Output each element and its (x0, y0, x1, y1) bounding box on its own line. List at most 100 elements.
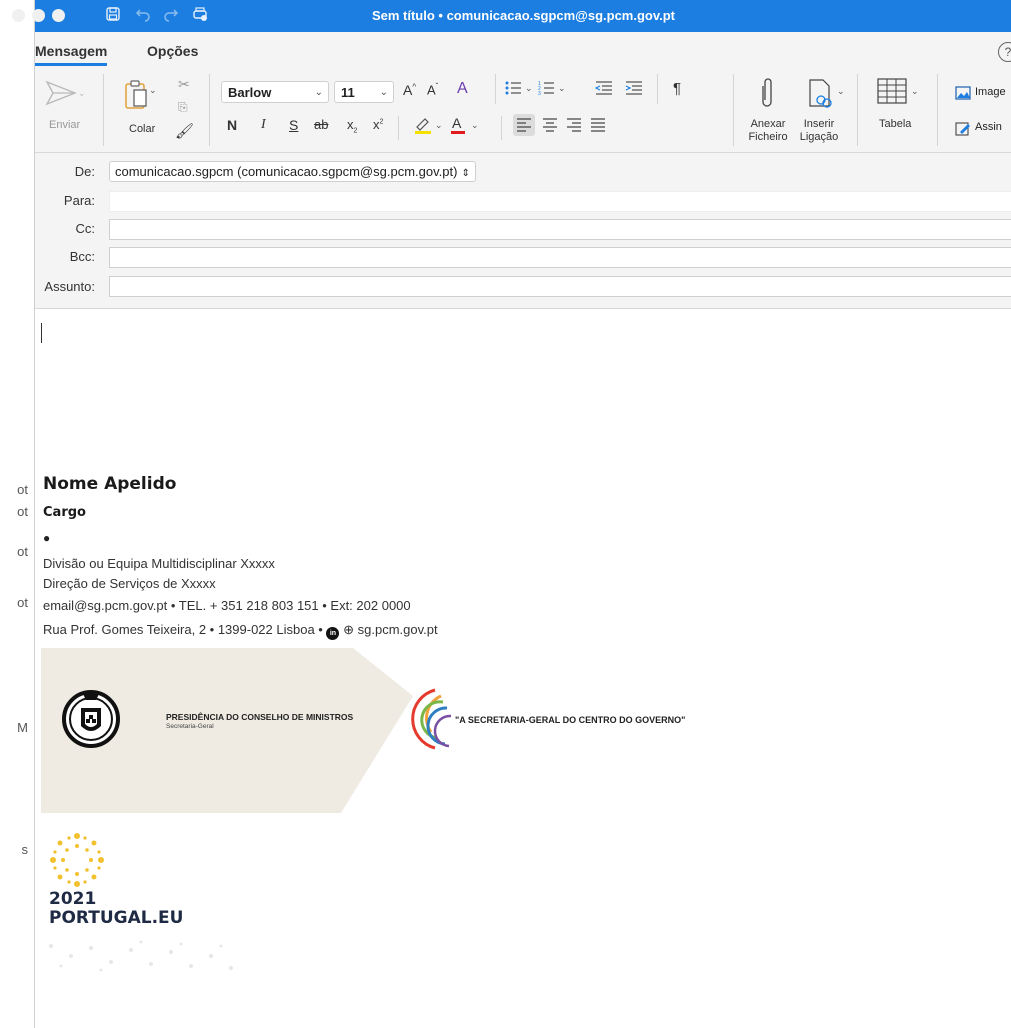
align-right-icon[interactable] (567, 118, 581, 137)
align-center-icon[interactable] (543, 118, 557, 137)
increase-indent-icon[interactable] (625, 80, 643, 99)
sg-arcs-logo (407, 688, 453, 755)
font-size-select[interactable]: 11 ⌄ (334, 81, 394, 103)
numbered-list-icon[interactable]: 1 2 3 ⌄ (538, 80, 568, 99)
svg-text:⌄: ⌄ (149, 85, 157, 95)
bold-icon[interactable]: N (227, 117, 237, 133)
table-icon[interactable]: ⌄ (877, 78, 921, 111)
cc-label: Cc: (75, 221, 96, 236)
align-left-button[interactable] (513, 114, 535, 136)
svg-text:⌄: ⌄ (525, 83, 533, 93)
send-icon[interactable]: ⌄ (45, 80, 86, 111)
image-button[interactable]: Image (975, 86, 1006, 98)
link-label: Inserir (803, 118, 835, 130)
globe-icon: ⊕ (343, 622, 355, 637)
format-painter-icon[interactable]: 🖌 (175, 122, 194, 140)
linkedin-icon[interactable]: in (326, 627, 340, 640)
bcc-label: Bcc: (69, 249, 95, 264)
copy-icon[interactable]: ⎘ (178, 100, 188, 115)
bg-text: s (21, 842, 29, 857)
ribbon-toolbar: ⌄ Enviar ⌄ Colar ✂ ⎘ 🖌 Barlow ⌄ 11 ⌄ A^ Aˇ… (35, 66, 1011, 153)
to-label: Para: (63, 193, 95, 208)
svg-text:⌄: ⌄ (837, 86, 845, 96)
svg-text:⌄: ⌄ (911, 86, 919, 96)
to-input[interactable] (109, 191, 1011, 212)
attach-file-button[interactable]: Anexar Ficheiro (743, 118, 793, 144)
from-label: De: (74, 164, 95, 179)
decrease-font-icon[interactable]: Aˇ (427, 82, 438, 97)
attach-label: Ficheiro (748, 131, 788, 143)
portugal-2021-text: 2021 PORTUGAL.EU (49, 890, 183, 928)
font-color-icon[interactable]: A ⌄ (449, 115, 481, 138)
svg-text:⌄: ⌄ (558, 83, 566, 93)
portugal-2021-sun-logo (45, 828, 109, 897)
font-size-value: 11 (341, 85, 355, 100)
svg-text:⌄: ⌄ (471, 120, 479, 130)
insert-link-button[interactable]: Inserir Ligação (793, 118, 845, 144)
italic-icon[interactable]: I (261, 117, 266, 133)
signature-address-text: Rua Prof. Gomes Teixeira, 2 • 1399-022 L… (43, 622, 323, 637)
tab-mensagem[interactable]: Mensagem (35, 43, 108, 66)
window-title: Sem título • comunicacao.sgpcm@sg.pcm.go… (371, 8, 676, 23)
cut-icon[interactable]: ✂ (178, 76, 190, 93)
signature-contact: email@sg.pcm.gov.pt • TEL. + 351 218 803… (43, 598, 411, 613)
up-down-chevron-icon: ⇕ (461, 168, 470, 179)
bcc-input[interactable] (109, 247, 1011, 268)
paperclip-icon[interactable] (757, 76, 777, 115)
paste-button[interactable]: Colar (129, 123, 155, 136)
from-select[interactable]: comunicacao.sgpcm (comunicacao.sgpcm@sg.… (109, 161, 476, 182)
cc-input[interactable] (109, 219, 1011, 240)
clear-formatting-icon[interactable]: A (457, 80, 468, 98)
dotted-pattern (41, 936, 261, 981)
close-window-button[interactable] (12, 9, 25, 22)
compose-window: Sem título • comunicacao.sgpcm@sg.pcm.go… (12, 0, 1011, 1028)
table-button[interactable]: Tabela (879, 118, 911, 131)
send-button[interactable]: Enviar (49, 119, 80, 131)
subject-label: Assunto: (44, 279, 95, 294)
increase-font-icon[interactable]: A^ (403, 82, 416, 98)
svg-text:⌄: ⌄ (78, 88, 85, 98)
signature-icon[interactable] (955, 120, 971, 141)
insert-link-icon[interactable]: ⌄ (807, 78, 847, 115)
org-name: PRESIDÊNCIA DO CONSELHO DE MINISTROS (166, 712, 354, 722)
coat-of-arms-logo (61, 686, 121, 757)
attach-label: Anexar (750, 118, 786, 130)
bullet-list-icon[interactable]: ⌄ (505, 80, 535, 99)
signature-division: Divisão ou Equipa Multidisciplinar Xxxxx (43, 556, 275, 571)
background-window-strip: ot ot ot ot M s (0, 0, 34, 1028)
bg-text: M (17, 720, 28, 735)
from-value: comunicacao.sgpcm (comunicacao.sgpcm@sg.… (115, 164, 458, 179)
pt-year: 2021 (49, 889, 97, 909)
signature-website[interactable]: sg.pcm.gov.pt (358, 622, 438, 637)
superscript-icon[interactable]: x2 (373, 117, 383, 132)
signature-directorate: Direção de Serviços de Xxxxx (43, 576, 216, 591)
decrease-indent-icon[interactable] (594, 80, 613, 99)
help-icon[interactable]: ? (998, 42, 1011, 62)
signature-button[interactable]: Assin (975, 121, 1002, 133)
bg-text: ot (17, 482, 28, 497)
subscript-icon[interactable]: x2 (347, 117, 357, 135)
clipboard-icon[interactable]: ⌄ (123, 78, 159, 117)
svg-text:3: 3 (538, 91, 541, 96)
highlight-icon[interactable]: ⌄ (413, 115, 445, 138)
title-bar: Sem título • comunicacao.sgpcm@sg.pcm.go… (12, 0, 1011, 32)
strikethrough-icon[interactable]: ab (314, 117, 328, 132)
signature-title: Cargo (43, 505, 86, 520)
tab-opcoes[interactable]: Opções (147, 43, 198, 59)
signature-name: Nome Apelido (43, 474, 177, 494)
svg-text:A: A (452, 115, 462, 131)
bg-text: ot (17, 595, 28, 610)
paragraph-marks-icon[interactable]: ¶ (673, 80, 681, 97)
ribbon-tabs: Mensagem Opções ? (35, 32, 1011, 66)
subject-input[interactable] (109, 276, 1011, 297)
bg-text: ot (17, 544, 28, 559)
underline-icon[interactable]: S (289, 117, 298, 133)
link-label: Ligação (799, 131, 839, 143)
pt-site: PORTUGAL.EU (49, 908, 184, 928)
font-name-value: Barlow (228, 85, 272, 100)
image-icon[interactable] (955, 86, 971, 105)
font-name-select[interactable]: Barlow ⌄ (221, 81, 329, 103)
justify-icon[interactable] (591, 118, 605, 137)
signature-address: Rua Prof. Gomes Teixeira, 2 • 1399-022 L… (43, 622, 438, 640)
message-header-fields: De: comunicacao.sgpcm (comunicacao.sgpcm… (35, 153, 1011, 309)
